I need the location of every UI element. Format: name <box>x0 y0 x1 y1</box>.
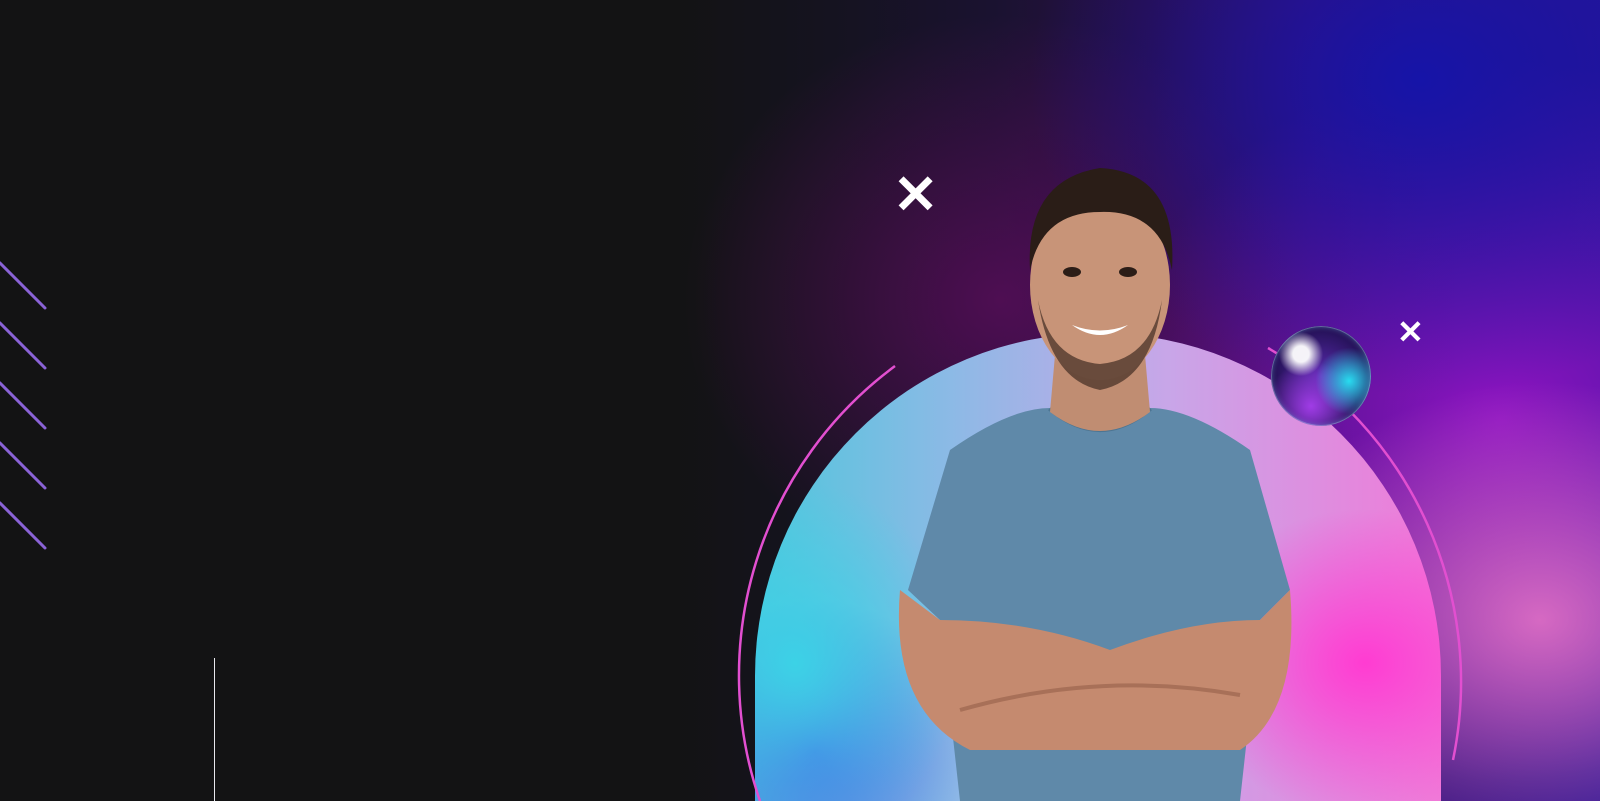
right-eye <box>1119 267 1137 277</box>
diagonal-line <box>0 321 47 370</box>
diagonal-line <box>0 381 47 430</box>
diagonal-line <box>0 441 47 490</box>
diagonal-line <box>0 261 47 310</box>
person-photo <box>898 168 1292 801</box>
hero-left-panel <box>0 0 720 801</box>
close-icon: ✕ <box>893 165 939 225</box>
close-icon: ✕ <box>1397 314 1424 350</box>
diagonal-line <box>0 501 47 550</box>
orb-icon <box>1271 326 1371 426</box>
diagonal-lines-decoration <box>0 261 47 550</box>
vertical-divider-line <box>214 658 215 801</box>
left-eye <box>1063 267 1081 277</box>
